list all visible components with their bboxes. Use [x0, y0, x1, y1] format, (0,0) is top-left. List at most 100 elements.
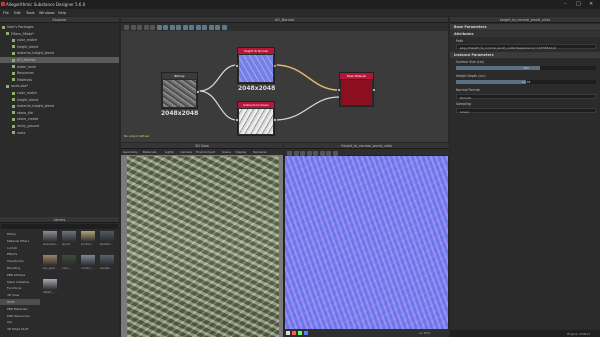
graph-editor[interactable]: AO_Normal Bitmap 2048x2048 Height To Nor…	[121, 17, 448, 142]
menu-help[interactable]: Help	[58, 11, 66, 15]
hdri-thumbnail[interactable]	[100, 255, 114, 266]
2d-viewport-normal-map[interactable]	[285, 156, 448, 329]
explorer-item[interactable]: color_match	[0, 37, 119, 43]
3d-viewport-render[interactable]	[127, 156, 279, 337]
rgba-toggle-icon[interactable]	[286, 331, 290, 335]
3d-view-menu-item[interactable]: Scene	[222, 150, 231, 154]
2d-view-toolbar-button-icon[interactable]	[306, 150, 312, 156]
explorer-item[interactable]: rocky_ground	[0, 123, 119, 129]
path-field[interactable]: pkg:///height_to_normal_world_units?depe…	[456, 44, 596, 50]
explorer-item[interactable]: material_height_blend	[0, 50, 119, 56]
zoom-level[interactable]: 11.00%	[419, 331, 430, 335]
hdri-thumbnail[interactable]	[43, 279, 57, 290]
bitmap-output-port[interactable]	[196, 90, 200, 94]
explorer-item[interactable]: roots	[0, 130, 119, 136]
menu-edit[interactable]: Edit	[14, 11, 21, 15]
library-category[interactable]: MDL Resources	[0, 313, 40, 319]
2d-view-toolbar-button-icon[interactable]	[319, 150, 325, 156]
3d-view-menu-item[interactable]: Lights	[165, 150, 174, 154]
graph-icon	[12, 65, 15, 69]
base-material-input-port[interactable]	[337, 88, 341, 92]
library-category[interactable]: Functions	[0, 285, 40, 291]
hdri-thumbnail[interactable]	[100, 231, 114, 242]
explorer-item[interactable]: water_level	[0, 64, 119, 70]
2d-view-toolbar-button-icon[interactable]	[287, 150, 292, 156]
explorer-title: Explorer	[52, 18, 67, 22]
library-category[interactable]: 3D Maps Stuff	[0, 326, 40, 332]
close-button[interactable]: ×	[589, 1, 593, 7]
explorer-item-label: height_blend	[17, 44, 39, 49]
red-channel-icon[interactable]	[292, 331, 296, 335]
blue-channel-icon[interactable]	[304, 331, 308, 335]
hdri-thumbnail[interactable]	[81, 231, 95, 242]
library-category[interactable]: Filters	[0, 231, 40, 237]
library-category[interactable]: PBR Utilities	[0, 272, 40, 278]
2d-view-toolbar-button-icon[interactable]	[326, 150, 331, 156]
explorer-item-label: water_level	[17, 64, 36, 69]
explorer-item[interactable]: Materials	[0, 77, 119, 83]
hdri-thumbnail[interactable]	[62, 255, 76, 266]
explorer-item[interactable]: color_match	[0, 90, 119, 96]
sampling-dropdown[interactable]: Linear	[456, 108, 596, 114]
explorer-item[interactable]: height_blend	[0, 97, 119, 103]
explorer-item[interactable]: User's Packages	[0, 24, 119, 30]
normal-format-dropdown[interactable]: DirectX	[456, 94, 596, 100]
ambient-occlusion-node[interactable]: Ambient Occlusion	[235, 101, 277, 136]
explorer-item[interactable]: stone_create	[0, 116, 119, 122]
library-category[interactable]: Transforms	[0, 258, 40, 264]
library-category[interactable]: 3D View	[0, 292, 40, 298]
3d-view-panel[interactable]: 3D View Geometry Materials Lights Camera Env…	[121, 143, 283, 337]
base-material-node[interactable]: Base Material	[337, 72, 376, 107]
library-category[interactable]: HDRI	[0, 299, 40, 305]
library-search-input[interactable]	[1, 224, 118, 229]
hdri-thumbnail[interactable]	[43, 231, 57, 242]
library-category[interactable]: Material Filters	[0, 238, 40, 244]
base-material-output-port[interactable]	[372, 88, 376, 92]
library-category[interactable]: 1-Click	[0, 245, 40, 251]
base-parameters-section[interactable]: Base Parameters	[450, 24, 600, 30]
bitmap-node[interactable]: Bitmap	[161, 72, 200, 109]
explorer-item[interactable]: height_blend	[0, 44, 119, 50]
library-category-label: Transforms	[7, 259, 24, 264]
surface-size-slider[interactable]: 300	[456, 66, 596, 70]
instance-parameters-section[interactable]: Instance Parameters	[450, 52, 600, 58]
hdri-thumbnail[interactable]	[62, 231, 76, 242]
menu-file[interactable]: File	[3, 11, 9, 15]
explorer-item[interactable]: stone_tile	[0, 110, 119, 116]
3d-view-menu-item[interactable]: Materials	[143, 150, 157, 154]
library-category[interactable]: Blending	[0, 265, 40, 271]
ambient-occlusion-input-port[interactable]	[235, 118, 239, 122]
height-depth-slider[interactable]: 12.78	[456, 80, 596, 84]
2d-view-toolbar-button-icon[interactable]	[313, 150, 318, 156]
minimize-button[interactable]: –	[564, 1, 567, 7]
explorer-item[interactable]: rocks.sbs*	[0, 83, 119, 89]
attributes-section[interactable]: Attributes	[450, 31, 600, 37]
hdri-thumbnail[interactable]	[81, 255, 95, 266]
explorer-item[interactable]: material_height_blend	[0, 103, 119, 109]
library-category[interactable]: Mesh Adaptive	[0, 279, 40, 285]
3d-view-menu-item[interactable]: Geometry	[123, 150, 138, 154]
green-channel-icon[interactable]	[298, 331, 302, 335]
3d-view-menu-item[interactable]: Camera	[180, 150, 192, 154]
menu-tools[interactable]: Tools	[26, 11, 35, 15]
ambient-occlusion-output-port[interactable]	[273, 118, 277, 122]
3d-view-menu-item[interactable]: Display	[236, 150, 247, 154]
2d-view-toolbar-button-icon[interactable]	[293, 150, 299, 156]
menu-windows[interactable]: Windows	[39, 11, 55, 15]
hdri-thumbnail[interactable]	[43, 255, 57, 266]
height-to-normal-input-port[interactable]	[235, 64, 239, 68]
height-to-normal-output-port[interactable]	[273, 64, 277, 68]
library-category[interactable]: Effects	[0, 251, 40, 257]
3d-view-menu-item[interactable]: Environment	[196, 150, 215, 154]
explorer-item[interactable]: Filters_9Kabr*	[0, 31, 119, 37]
explorer-item[interactable]: Resources	[0, 70, 119, 76]
2d-view-toolbar-button-icon[interactable]	[332, 150, 338, 156]
2d-view-panel[interactable]: Height_to_normal_world_units 11.00%	[284, 143, 449, 337]
height-to-normal-node[interactable]: Height To Normal	[235, 47, 277, 84]
library-category[interactable]: sbs	[0, 319, 40, 325]
explorer-item[interactable]: AO_Normal	[0, 57, 119, 63]
library-category[interactable]: PBR Materials	[0, 306, 40, 312]
maximize-button[interactable]: □	[576, 1, 581, 7]
2d-view-toolbar-button-icon[interactable]	[300, 150, 305, 156]
3d-view-menu-item[interactable]: Renderer	[253, 150, 267, 154]
